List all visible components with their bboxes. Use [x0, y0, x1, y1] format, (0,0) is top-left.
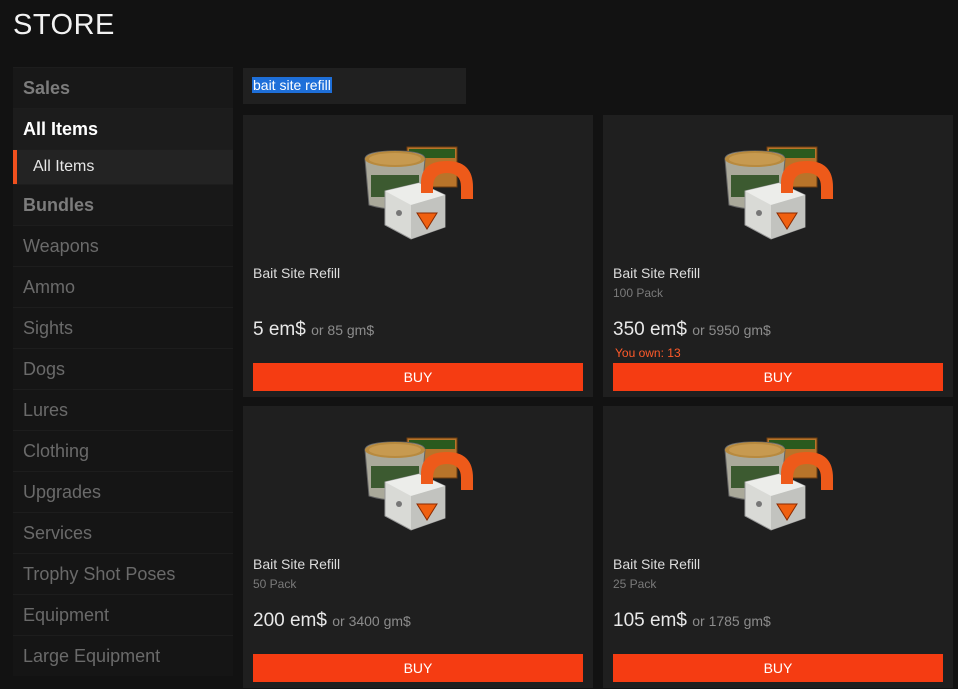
category-sidebar: Sales All Items All Items Bundles Weapon… [13, 67, 233, 676]
price-gm: or 1785 gm$ [692, 613, 771, 629]
buy-button[interactable]: BUY [253, 363, 583, 391]
bait-site-refill-icon [361, 143, 479, 243]
buy-button[interactable]: BUY [613, 654, 943, 682]
product-name: Bait Site Refill [253, 556, 341, 572]
sidebar-item-equipment[interactable]: Equipment [13, 594, 233, 635]
sidebar-item-all-items[interactable]: All Items [13, 149, 233, 184]
bait-site-refill-icon [361, 434, 479, 534]
product-name: Bait Site Refill [613, 556, 701, 572]
product-card: Bait Site Refill 25 Pack 105 em$ or 1785… [603, 406, 953, 688]
sidebar-item-trophy-shot-poses[interactable]: Trophy Shot Poses [13, 553, 233, 594]
sidebar-item-upgrades[interactable]: Upgrades [13, 471, 233, 512]
product-card: Bait Site Refill 100 Pack 350 em$ or 595… [603, 115, 953, 397]
sidebar-item-ammo[interactable]: Ammo [13, 266, 233, 307]
price-em: 200 em$ [253, 610, 327, 631]
price-em: 105 em$ [613, 610, 687, 631]
sidebar-section-sales[interactable]: Sales [13, 67, 233, 108]
product-card: Bait Site Refill 5 em$ or 85 gm$ BUY [243, 115, 593, 397]
product-price: 350 em$ or 5950 gm$ [613, 319, 771, 341]
product-pack-size: 25 Pack [613, 577, 657, 591]
search-input-value: bait site refill [252, 77, 332, 93]
price-em: 350 em$ [613, 319, 687, 340]
sidebar-section-all-items[interactable]: All Items [13, 108, 233, 149]
product-pack-size: 50 Pack [253, 577, 297, 591]
sidebar-item-lures[interactable]: Lures [13, 389, 233, 430]
sidebar-item-large-equipment[interactable]: Large Equipment [13, 635, 233, 676]
sidebar-item-weapons[interactable]: Weapons [13, 225, 233, 266]
sidebar-item-services[interactable]: Services [13, 512, 233, 553]
product-name: Bait Site Refill [253, 265, 341, 281]
sidebar-item-sights[interactable]: Sights [13, 307, 233, 348]
sidebar-item-dogs[interactable]: Dogs [13, 348, 233, 389]
product-pack-size: 100 Pack [613, 286, 664, 300]
buy-button[interactable]: BUY [253, 654, 583, 682]
owned-count: You own: 13 [615, 346, 681, 360]
buy-button[interactable]: BUY [613, 363, 943, 391]
product-name: Bait Site Refill [613, 265, 701, 281]
sidebar-section-bundles[interactable]: Bundles [13, 184, 233, 225]
search-input[interactable]: bait site refill [243, 68, 466, 104]
product-price: 105 em$ or 1785 gm$ [613, 610, 771, 632]
bait-site-refill-icon [721, 143, 839, 243]
page-title: STORE [13, 9, 115, 41]
product-price: 200 em$ or 3400 gm$ [253, 610, 411, 632]
sidebar-item-clothing[interactable]: Clothing [13, 430, 233, 471]
price-gm: or 5950 gm$ [692, 322, 771, 338]
price-gm: or 85 gm$ [311, 322, 375, 338]
price-em: 5 em$ [253, 319, 306, 340]
bait-site-refill-icon [721, 434, 839, 534]
product-card: Bait Site Refill 50 Pack 200 em$ or 3400… [243, 406, 593, 688]
price-gm: or 3400 gm$ [332, 613, 411, 629]
product-price: 5 em$ or 85 gm$ [253, 319, 374, 341]
